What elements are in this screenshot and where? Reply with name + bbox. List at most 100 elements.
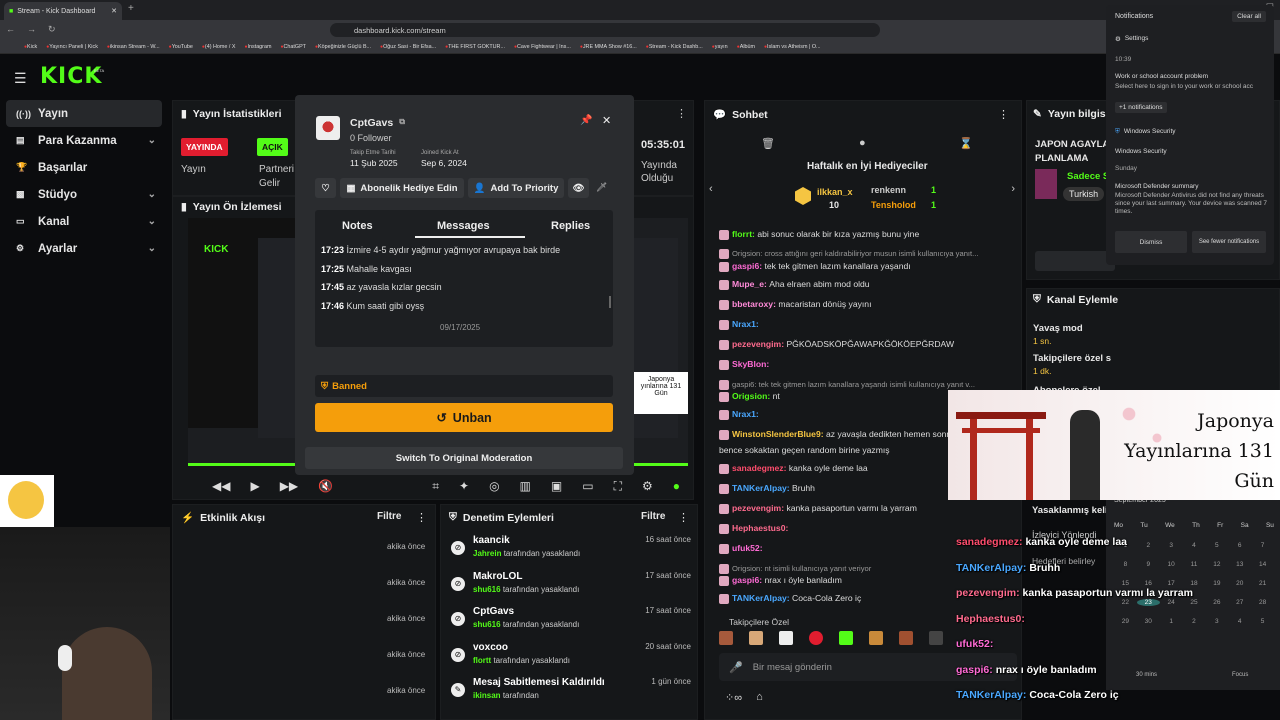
chat-message[interactable]: Hephaestus0: <box>719 523 788 534</box>
chat-username[interactable]: SkyBlon: <box>732 359 769 369</box>
bookmark-item[interactable]: ikinsan Stream - W... <box>107 44 160 50</box>
emote-5[interactable] <box>839 631 853 645</box>
followers-only-label[interactable]: Takipçilere özel s <box>1033 353 1111 364</box>
chat-username[interactable]: Origsion: <box>732 391 770 401</box>
chat-message[interactable]: pezevengim: PĞKÖADSKÖPĞAWAPKĞÖKÖEPĞRDAW <box>719 339 954 350</box>
tab-replies[interactable]: Replies <box>551 220 590 232</box>
modact-more-icon[interactable]: ⋮ <box>678 511 689 524</box>
chat-message[interactable]: Origsion: cross attığını geri kaldırabil… <box>719 248 978 259</box>
tab-messages[interactable]: Messages <box>437 220 490 232</box>
chat-username[interactable]: WinstonSlenderBlue9: <box>732 429 824 439</box>
emote-2[interactable] <box>749 631 763 645</box>
bookmark-item[interactable]: JRE MMA Show #16... <box>580 44 637 50</box>
bookmark-item[interactable]: ChatGPT <box>280 44 306 50</box>
bookmark-item[interactable]: Köpeğinizle Güçlü B... <box>315 44 371 50</box>
sidebar-item-2[interactable]: 🏆 Başarılar <box>6 154 162 181</box>
close-tab-icon[interactable]: ✕ <box>111 7 117 15</box>
chat-message[interactable]: ufuk52: <box>719 543 763 554</box>
gift-sub-button[interactable]: ▦ Abonelik Hediye Edin <box>340 178 464 198</box>
chat-username[interactable]: Origsion: nt isimli kullanıcıya yanıt ve… <box>732 564 871 573</box>
see-fewer-button[interactable]: See fewer notifications <box>1192 231 1266 253</box>
notif-2-title[interactable]: Microsoft Defender summary <box>1115 183 1198 190</box>
back-icon[interactable]: ← <box>6 24 15 35</box>
modact-row[interactable]: ⊘ MakroLOL shu616 tarafından yasaklandı 17 … <box>451 571 691 605</box>
settings-row[interactable]: ⚙ Settings <box>1115 35 1148 43</box>
bookmark-item[interactable]: Islam vs Atheism | O... <box>764 44 821 50</box>
slow-mode-label[interactable]: Yavaş mod <box>1033 323 1083 334</box>
chat-message[interactable]: TANKerAlpay: Bruhh <box>719 483 815 494</box>
unban-button[interactable]: ↺ Unban <box>315 403 613 432</box>
chat-message[interactable]: sanadegmez: kanka oyle deme laa <box>719 463 868 474</box>
store-icon[interactable]: ⌂ <box>756 691 763 704</box>
hourglass-icon[interactable]: ⌛ <box>959 137 973 150</box>
url-field[interactable]: dashboard.kick.com/stream <box>330 23 880 37</box>
feed-filter-button[interactable]: Filtre <box>377 511 401 522</box>
close-popup-icon[interactable]: ✕ <box>602 114 611 127</box>
pin-icon[interactable]: 📌 <box>580 115 592 126</box>
forward-icon[interactable]: ▶▶ <box>280 479 298 493</box>
sidebar-item-3[interactable]: ▩ Stüdyo ⌄ <box>6 181 162 208</box>
bookmark-item[interactable]: Oğuz Sasi - Bir Efsa... <box>380 44 436 50</box>
chat-message[interactable]: gaspi6: nrax ı öyle banladım <box>719 575 842 586</box>
pip-icon[interactable]: ▣ <box>551 479 562 493</box>
play-icon[interactable]: ▶ <box>250 479 259 493</box>
info-edit-field[interactable] <box>1035 251 1115 271</box>
chat-more-icon[interactable]: ⋮ <box>998 108 1009 121</box>
chat-message[interactable]: bbetaroxy: macaristan dönüş yayını <box>719 299 871 310</box>
bookmark-item[interactable]: Yayıncı Paneli | Kick <box>46 44 98 50</box>
stats-chart-icon[interactable]: ▥ <box>520 479 531 493</box>
modact-row[interactable]: ✎ Mesaj Sabitlemesi Kaldırıldı ikinsan tar… <box>451 677 691 711</box>
chat-message[interactable]: bence sokaktan geçen random birine yazmı… <box>719 445 890 455</box>
emote-1[interactable] <box>719 631 733 645</box>
browser-tab[interactable]: ■ Stream - Kick Dashboard ✕ <box>4 2 122 20</box>
forward-icon[interactable]: → <box>27 24 36 35</box>
messages-scrollbar[interactable] <box>609 296 611 308</box>
new-tab-icon[interactable]: + <box>128 3 134 14</box>
bookmark-item[interactable]: Instagram <box>244 44 272 50</box>
emote-8[interactable] <box>929 631 943 645</box>
chat-message[interactable]: TANKerAlpay: Coca-Cola Zero iç <box>719 593 861 604</box>
menu-icon[interactable]: ☰ <box>14 70 27 87</box>
emote-4[interactable] <box>809 631 823 645</box>
chat-message[interactable]: gaspi6: tek tek gitmen lazım kanallara y… <box>719 379 975 390</box>
chat-message[interactable]: pezevengim: kanka pasaportun varmı la ya… <box>719 503 917 514</box>
more-notifs-button[interactable]: +1 notifications <box>1115 102 1167 113</box>
chat-message[interactable]: SkyBlon: <box>719 359 769 370</box>
theater-icon[interactable]: ▭ <box>582 479 593 493</box>
fullscreen-icon[interactable]: ⛶ <box>614 479 622 494</box>
switch-moderation-button[interactable]: Switch To Original Moderation <box>305 447 623 469</box>
chat-message[interactable]: Nrax1: <box>719 319 759 330</box>
chat-message[interactable]: Mupe_e: Aha elraen abim mod oldu <box>719 279 870 290</box>
chat-message[interactable]: Origsion: nt <box>719 391 780 402</box>
follow-heart-button[interactable]: ♡ <box>315 178 336 198</box>
mute-icon[interactable]: 🔇 <box>318 479 333 493</box>
gifters-prev-icon[interactable]: ‹ <box>709 183 713 195</box>
chat-username[interactable]: TANKerAlpay: <box>732 593 790 603</box>
chat-message[interactable]: WinstonSlenderBlue9: az yavaşla dedikten… <box>719 429 954 440</box>
chat-username[interactable]: Hephaestus0: <box>732 523 788 533</box>
more-icon[interactable]: ⋮ <box>676 107 687 120</box>
chat-username[interactable]: Origsion: cross attığını geri kaldırabil… <box>732 249 978 258</box>
gifters-next-icon[interactable]: › <box>1011 183 1015 195</box>
chat-message[interactable]: Nrax1: <box>719 409 759 420</box>
chat-username[interactable]: gaspi6: <box>732 575 762 585</box>
sync-icon[interactable]: ◎ <box>489 479 499 493</box>
crop-icon[interactable]: ⌗ <box>432 479 439 494</box>
chat-username[interactable]: pezevengim: <box>732 503 784 513</box>
trash-icon[interactable]: 🗑 <box>761 137 775 150</box>
chat-username[interactable]: gaspi6: <box>732 261 762 271</box>
chat-username[interactable]: ufuk52: <box>732 543 763 553</box>
chat-username[interactable]: sanadegmez: <box>732 463 786 473</box>
reload-icon[interactable]: ↻ <box>48 24 56 35</box>
sidebar-item-4[interactable]: ▭ Kanal ⌄ <box>6 208 162 235</box>
chat-username[interactable]: bbetaroxy: <box>732 299 776 309</box>
chat-username[interactable]: florrt: <box>732 229 755 239</box>
feed-more-icon[interactable]: ⋮ <box>416 511 427 524</box>
bookmark-item[interactable]: yayın <box>712 44 728 50</box>
chat-message[interactable]: gaspi6: tek tek gitmen lazım kanallara y… <box>719 261 911 272</box>
chat-message[interactable]: florrt: abi sonuc olarak bir kıza yazmış… <box>719 229 919 240</box>
modact-filter-button[interactable]: Filtre <box>641 511 665 522</box>
notif-1-title[interactable]: Work or school account problem <box>1115 73 1208 80</box>
rewind-icon[interactable]: ◀◀ <box>212 479 230 493</box>
modact-row[interactable]: ⊘ kaancik Jahrein tarafından yasaklandı 16 … <box>451 535 691 569</box>
